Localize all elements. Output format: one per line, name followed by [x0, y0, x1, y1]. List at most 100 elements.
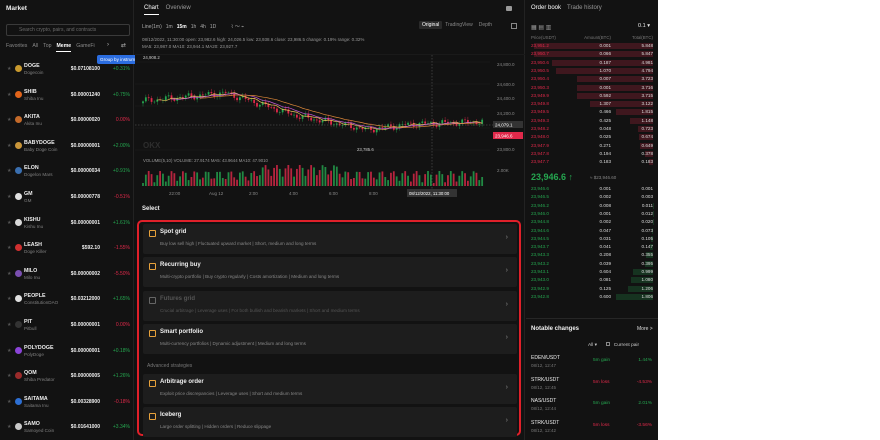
- bids-row[interactable]: 23,946.6 0.001 0.001: [531, 185, 653, 193]
- tab-order-book[interactable]: Order book: [531, 5, 561, 11]
- market-search-input[interactable]: Search crypto, pairs, and contracts: [6, 24, 130, 36]
- swap-icon[interactable]: ⇄: [121, 42, 126, 49]
- tab-favorites[interactable]: Favorites: [6, 43, 27, 49]
- asks-row[interactable]: 23,949.9 0.592 3.715: [531, 92, 653, 100]
- star-icon[interactable]: ★: [7, 220, 11, 226]
- asks-row[interactable]: 23,949.8 1.307 3.122: [531, 100, 653, 108]
- asks-row[interactable]: 23,951.2 0.001 5.848: [531, 42, 653, 50]
- bids-row[interactable]: 23,944.5 0.031 0.105: [531, 235, 653, 243]
- coin-row[interactable]: ★ DOGE Dogecoin $0.07108100 +0.31%: [0, 60, 134, 81]
- star-icon[interactable]: ★: [7, 373, 11, 379]
- coin-row[interactable]: ★ ELON Dogelon Mars $0.00000034 +0.91%: [0, 162, 134, 183]
- tab-meme[interactable]: Meme: [56, 43, 72, 52]
- coin-row[interactable]: ★ AKITA Akita Inu $0.00000020 0.00%: [0, 111, 134, 132]
- coin-row[interactable]: ★ PEOPLE ConstitutionDAO $0.03212000 +1.65%: [0, 290, 134, 311]
- notable-row[interactable]: STRK/USDT 08/12, 12:45 5m loss -4.53%: [531, 374, 654, 395]
- strategy-arbitrage-order[interactable]: Arbitrage order Exploit price discrepanci…: [143, 374, 517, 404]
- candle-body: [410, 122, 412, 124]
- price-chart[interactable]: 24,800.0 24,600.0 24,400.0 24,200.0 23,800.0…: [135, 50, 525, 198]
- strategy-futures-grid[interactable]: Futures grid Crucial arbitrage | Leverage…: [143, 291, 517, 321]
- bids-row[interactable]: 23,943.0 0.081 1.080: [531, 276, 653, 284]
- interval-line-1m[interactable]: Line(1m): [142, 24, 162, 30]
- star-icon[interactable]: ★: [7, 296, 11, 302]
- bids-row[interactable]: 23,943.3 0.208 0.355: [531, 251, 653, 259]
- asks-row[interactable]: 23,950.5 1.070 4.794: [531, 67, 653, 75]
- strategy-iceberg[interactable]: Iceberg Large order splitting | Hidden or…: [143, 407, 517, 437]
- bids-row[interactable]: 23,946.5 0.002 0.003: [531, 193, 653, 201]
- tab-trade-history[interactable]: Trade history: [567, 5, 602, 11]
- asks-row[interactable]: 23,947.7 0.183 0.183: [531, 158, 653, 166]
- asks-row[interactable]: 23,949.5 0.466 1.815: [531, 108, 653, 116]
- interval-15m[interactable]: 15m: [177, 24, 187, 30]
- asks-row[interactable]: 23,950.7 0.066 5.847: [531, 50, 653, 58]
- bids-row[interactable]: 23,942.9 0.125 1.206: [531, 285, 653, 293]
- bids-row[interactable]: 23,943.7 0.041 0.147: [531, 243, 653, 251]
- tab-overview[interactable]: Overview: [166, 5, 191, 11]
- coin-row[interactable]: ★ SHIB Shiba Inu $0.00001240 +0.75%: [0, 86, 134, 107]
- bids-row[interactable]: 23,944.8 0.002 0.020: [531, 218, 653, 226]
- star-icon[interactable]: ★: [7, 143, 11, 149]
- star-icon[interactable]: ★: [7, 399, 11, 405]
- interval-1h[interactable]: 1h: [191, 24, 197, 30]
- view-depth[interactable]: Depth: [476, 21, 495, 29]
- coin-row[interactable]: ★ KISHU Kishu Inu $0.00000001 +1.61%: [0, 214, 134, 235]
- star-icon[interactable]: ★: [7, 348, 11, 354]
- notable-more-link[interactable]: More >: [637, 326, 653, 332]
- asks-row[interactable]: 23,950.3 0.001 3.716: [531, 84, 653, 92]
- bids-row[interactable]: 23,943.2 0.039 0.395: [531, 260, 653, 268]
- notable-row[interactable]: NAS/USDT 08/12, 12:44 5m gain 2.01%: [531, 395, 654, 416]
- coin-row[interactable]: ★ MILO Milo Inu $0.00000002 -5.50%: [0, 265, 134, 286]
- coin-row[interactable]: ★ BABYDOGE Baby Doge Coin $0.00000001 +2.00%: [0, 137, 134, 158]
- view-original[interactable]: Original: [419, 21, 443, 29]
- notable-filter-select[interactable]: All ▾: [588, 343, 597, 348]
- star-icon[interactable]: ★: [7, 322, 11, 328]
- star-icon[interactable]: ★: [7, 245, 11, 251]
- bids-row[interactable]: 23,944.6 0.047 0.073: [531, 227, 653, 235]
- bids-row[interactable]: 23,946.2 0.008 0.011: [531, 202, 653, 210]
- star-icon[interactable]: ★: [7, 194, 11, 200]
- asks-row[interactable]: 23,950.6 0.187 4.981: [531, 59, 653, 67]
- current-pair-checkbox[interactable]: [606, 342, 611, 346]
- tab-all[interactable]: All: [32, 43, 38, 49]
- bids-row[interactable]: 23,942.8 0.600 1.806: [531, 293, 653, 301]
- asks-row[interactable]: 23,948.2 0.048 0.723: [531, 125, 653, 133]
- strategy-smart-portfolio[interactable]: Smart portfolio Multi-currency portfolios…: [143, 324, 517, 354]
- layout-icon[interactable]: [506, 6, 512, 11]
- coin-row[interactable]: ★ PIT Pitbull $0.00000001 0.00%: [0, 316, 134, 337]
- step-select[interactable]: 0.1 ▾: [638, 23, 650, 29]
- coin-row[interactable]: ★ LEASH Doge Killer $592.10 -1.55%: [0, 239, 134, 260]
- interval-1d[interactable]: 1D: [210, 24, 216, 30]
- coin-row[interactable]: ★ POLYDOGE PolyDoge $0.00000001 +0.18%: [0, 342, 134, 363]
- asks-row[interactable]: 23,950.4 0.007 3.723: [531, 75, 653, 83]
- asks-row[interactable]: 23,947.9 0.271 0.649: [531, 142, 653, 150]
- interval-4h[interactable]: 4h: [200, 24, 206, 30]
- tab-top[interactable]: Top: [43, 43, 51, 49]
- star-icon[interactable]: ★: [7, 66, 11, 72]
- notable-row[interactable]: STRK/USDT 08/12, 12:42 5m loss -3.56%: [531, 417, 654, 438]
- fullscreen-icon[interactable]: [511, 23, 517, 29]
- chevron-right-icon[interactable]: ›: [107, 42, 109, 48]
- coin-row[interactable]: ★ SAMO Samoyed Coin $0.01641000 +3.34%: [0, 418, 134, 439]
- tab-gamefi[interactable]: GameFi: [76, 43, 94, 49]
- strategy-recurring-buy[interactable]: Recurring buy Multi-crypto portfolio | Bu…: [143, 257, 517, 287]
- interval-1m[interactable]: 1m: [166, 24, 173, 30]
- star-icon[interactable]: ★: [7, 117, 11, 123]
- book-layout-icons[interactable]: ▦ ▤ ▥: [531, 24, 551, 31]
- view-tradingview[interactable]: TradingView: [442, 21, 476, 29]
- star-icon[interactable]: ★: [7, 92, 11, 98]
- asks-row[interactable]: 23,949.3 0.425 1.148: [531, 117, 653, 125]
- asks-row[interactable]: 23,947.8 0.194 0.378: [531, 150, 653, 158]
- strategy-spot-grid[interactable]: Spot grid Buy low sell high | Fluctuated …: [143, 224, 517, 254]
- asks-row[interactable]: 23,948.0 0.025 0.674: [531, 133, 653, 141]
- coin-row[interactable]: ★ GM GM $0.00000778 -0.51%: [0, 188, 134, 209]
- indicator-icon[interactable]: ⌇ 〜 ⌁: [231, 23, 244, 30]
- star-icon[interactable]: ★: [7, 424, 11, 430]
- coin-row[interactable]: ★ SAITAMA Saitama Inu $0.00328900 -0.18%: [0, 393, 134, 414]
- tab-chart[interactable]: Chart: [144, 5, 159, 15]
- star-icon[interactable]: ★: [7, 271, 11, 277]
- bids-row[interactable]: 23,943.1 0.604 0.999: [531, 268, 653, 276]
- notable-row[interactable]: EDEN/USDT 08/12, 12:47 5m gain 1.44%: [531, 352, 654, 373]
- coin-row[interactable]: ★ QOM Shiba Predator $0.00000005 +1.26%: [0, 367, 134, 388]
- bids-row[interactable]: 23,946.0 0.001 0.012: [531, 210, 653, 218]
- star-icon[interactable]: ★: [7, 168, 11, 174]
